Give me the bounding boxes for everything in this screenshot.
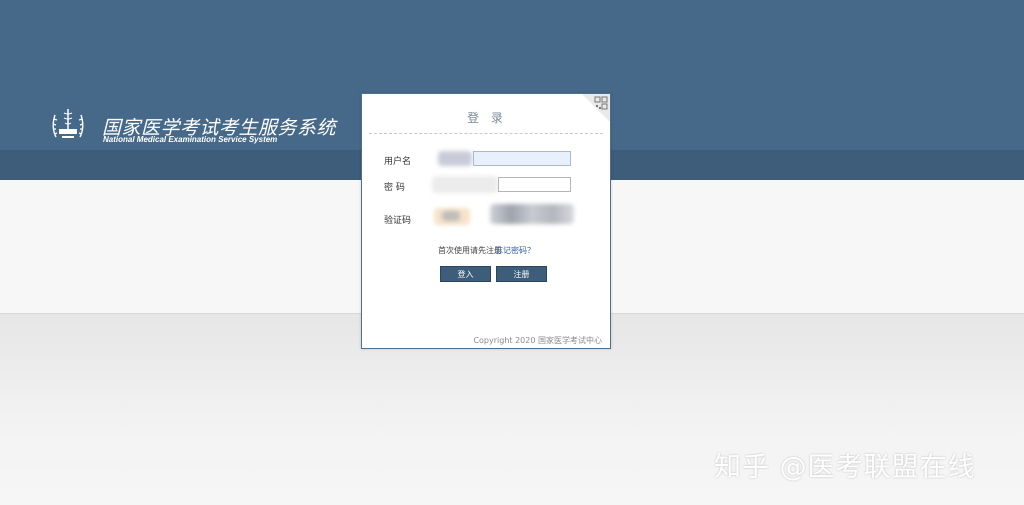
password-mosaic	[432, 176, 498, 193]
login-button[interactable]: 登入	[440, 266, 491, 282]
register-prompt: 首次使用请先注册	[438, 246, 502, 255]
password-input[interactable]	[498, 177, 571, 192]
watermark-text: 知乎 @医考联盟在线	[714, 452, 976, 483]
forgot-password-link[interactable]: 忘记密码？	[495, 245, 535, 256]
username-mosaic	[438, 151, 472, 166]
login-page: 国家医学考试考生服务系统 National Medical Examinatio…	[0, 0, 1024, 505]
login-title: 登 录	[467, 111, 507, 125]
copyright-text: Copyright 2020 国家医学考试中心	[473, 336, 602, 345]
username-label: 用户名	[384, 157, 412, 167]
captcha-image[interactable]	[490, 204, 574, 224]
medical-emblem-icon	[52, 109, 84, 138]
title-divider	[369, 133, 603, 134]
password-label: 密 码	[384, 183, 405, 193]
login-card: 登 录 用户名 密 码 验证码 首次使用请先注册 忘记密码？ 登入 注册 Cop…	[361, 93, 611, 349]
username-input[interactable]	[473, 151, 571, 166]
register-button[interactable]: 注册	[496, 266, 547, 282]
captcha-input-mosaic-inner	[442, 211, 460, 221]
system-subtitle: National Medical Examination Service Sys…	[103, 135, 278, 144]
captcha-label: 验证码	[384, 216, 412, 226]
qr-code-icon[interactable]	[582, 94, 610, 122]
